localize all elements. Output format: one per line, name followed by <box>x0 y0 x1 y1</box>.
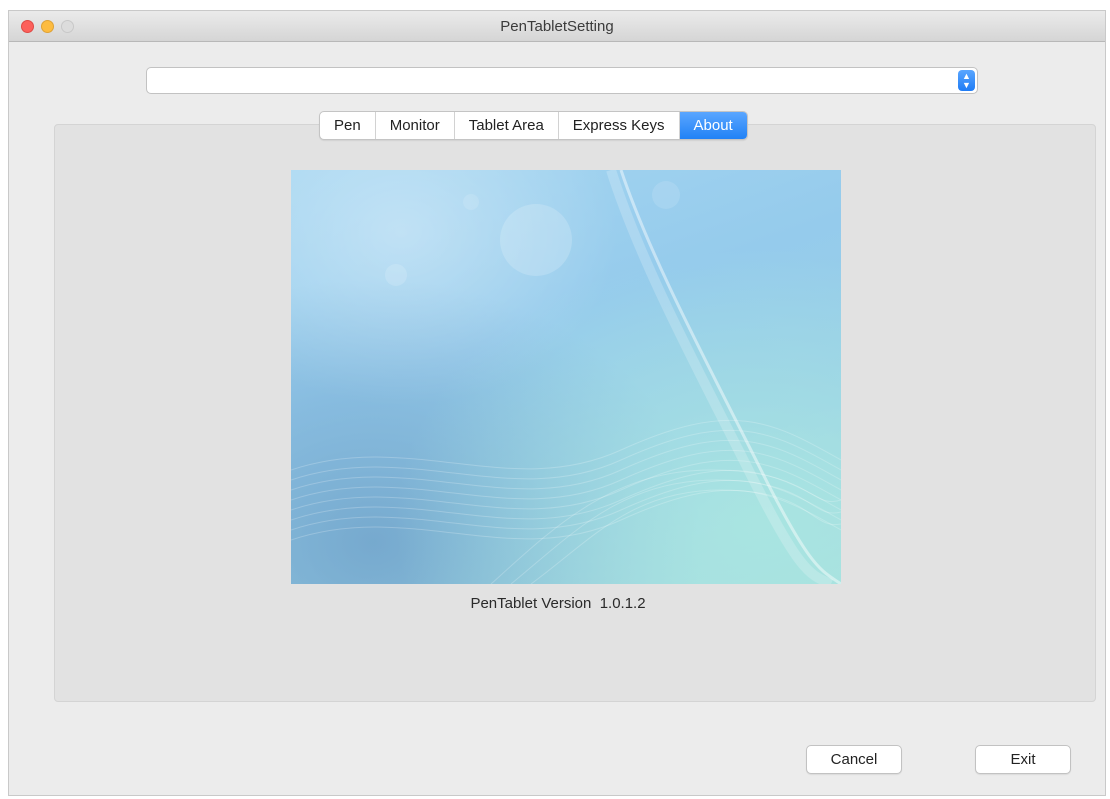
about-splash-image <box>291 170 841 584</box>
tab-tablet-area[interactable]: Tablet Area <box>455 112 559 139</box>
cancel-button[interactable]: Cancel <box>806 745 902 774</box>
tab-express-keys[interactable]: Express Keys <box>559 112 680 139</box>
tab-about[interactable]: About <box>679 112 747 139</box>
window-title: PenTabletSetting <box>500 18 614 35</box>
tab-monitor[interactable]: Monitor <box>376 112 455 139</box>
title-bar[interactable]: PenTabletSetting <box>9 11 1105 42</box>
app-window: PenTabletSetting ▲ ▼ Pen Monitor Tablet A… <box>8 10 1106 796</box>
splash-wave-graphic <box>291 170 841 584</box>
version-label: PenTablet Version 1.0.1.2 <box>470 595 646 612</box>
tab-pen[interactable]: Pen <box>320 112 376 139</box>
updown-chevron-icon[interactable]: ▲ ▼ <box>958 70 975 91</box>
tab-bar: Pen Monitor Tablet Area Express Keys Abo… <box>319 111 748 140</box>
device-select[interactable]: ▲ ▼ <box>146 67 978 94</box>
exit-button[interactable]: Exit <box>975 745 1071 774</box>
